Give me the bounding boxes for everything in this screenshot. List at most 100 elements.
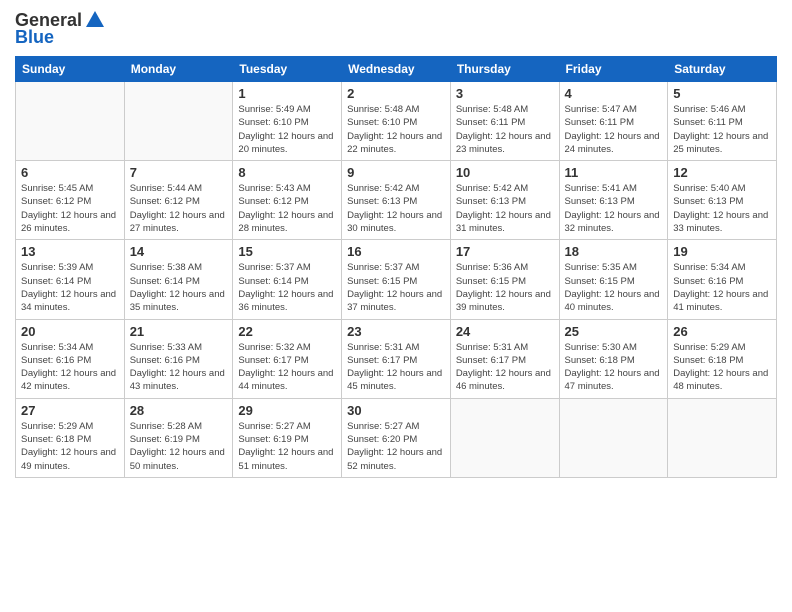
calendar-cell: 15 Sunrise: 5:37 AMSunset: 6:14 PMDayligh… (233, 240, 342, 319)
day-number: 20 (21, 324, 119, 339)
day-number: 29 (238, 403, 336, 418)
calendar-cell: 3Sunrise: 5:48 AMSunset: 6:11 PMDaylight… (450, 82, 559, 161)
day-number: 18 (565, 244, 663, 259)
calendar-cell: 7 Sunrise: 5:44 AMSunset: 6:12 PMDaylight… (124, 161, 233, 240)
day-number: 5 (673, 86, 771, 101)
day-number: 15 (238, 244, 336, 259)
calendar-cell: 4 Sunrise: 5:47 AMSunset: 6:11 PMDaylight… (559, 82, 668, 161)
calendar-cell: 5 Sunrise: 5:46 AMSunset: 6:11 PMDaylight… (668, 82, 777, 161)
calendar-cell: 1 Sunrise: 5:49 AMSunset: 6:10 PMDaylight… (233, 82, 342, 161)
day-info: Sunrise: 5:27 AMSunset: 6:20 PMDaylight:… (347, 420, 445, 473)
days-of-week-row: SundayMondayTuesdayWednesdayThursdayFrid… (16, 57, 777, 82)
calendar-cell: 14Sunrise: 5:38 AMSunset: 6:14 PMDayligh… (124, 240, 233, 319)
calendar-cell: 21 Sunrise: 5:33 AMSunset: 6:16 PMDayligh… (124, 319, 233, 398)
day-info: Sunrise: 5:33 AMSunset: 6:16 PMDaylight:… (130, 341, 228, 394)
day-number: 2 (347, 86, 445, 101)
page: General Blue SundayMondayTuesdayWednesda… (0, 0, 792, 612)
week-row-4: 20 Sunrise: 5:34 AMSunset: 6:16 PMDayligh… (16, 319, 777, 398)
calendar-cell: 27Sunrise: 5:29 AMSunset: 6:18 PMDayligh… (16, 398, 125, 477)
day-info: Sunrise: 5:37 AMSunset: 6:15 PMDaylight:… (347, 261, 445, 314)
day-info: Sunrise: 5:34 AMSunset: 6:16 PMDaylight:… (673, 261, 771, 314)
dow-header-thursday: Thursday (450, 57, 559, 82)
day-number: 14 (130, 244, 228, 259)
calendar-cell: 19 Sunrise: 5:34 AMSunset: 6:16 PMDayligh… (668, 240, 777, 319)
dow-header-monday: Monday (124, 57, 233, 82)
day-number: 26 (673, 324, 771, 339)
day-number: 30 (347, 403, 445, 418)
day-info: Sunrise: 5:47 AMSunset: 6:11 PMDaylight:… (565, 103, 663, 156)
day-info: Sunrise: 5:46 AMSunset: 6:11 PMDaylight:… (673, 103, 771, 156)
day-info: Sunrise: 5:29 AMSunset: 6:18 PMDaylight:… (673, 341, 771, 394)
day-info: Sunrise: 5:42 AMSunset: 6:13 PMDaylight:… (456, 182, 554, 235)
day-info: Sunrise: 5:44 AMSunset: 6:12 PMDaylight:… (130, 182, 228, 235)
day-number: 24 (456, 324, 554, 339)
day-number: 19 (673, 244, 771, 259)
calendar-cell: 23 Sunrise: 5:31 AMSunset: 6:17 PMDayligh… (342, 319, 451, 398)
day-number: 11 (565, 165, 663, 180)
calendar-body: 1 Sunrise: 5:49 AMSunset: 6:10 PMDaylight… (16, 82, 777, 478)
day-info: Sunrise: 5:37 AMSunset: 6:14 PMDaylight:… (238, 261, 336, 314)
day-number: 6 (21, 165, 119, 180)
day-number: 12 (673, 165, 771, 180)
header: General Blue (15, 10, 777, 48)
calendar-cell: 30 Sunrise: 5:27 AMSunset: 6:20 PMDayligh… (342, 398, 451, 477)
dow-header-sunday: Sunday (16, 57, 125, 82)
day-number: 10 (456, 165, 554, 180)
day-info: Sunrise: 5:31 AMSunset: 6:17 PMDaylight:… (456, 341, 554, 394)
dow-header-friday: Friday (559, 57, 668, 82)
day-info: Sunrise: 5:29 AMSunset: 6:18 PMDaylight:… (21, 420, 119, 473)
day-number: 13 (21, 244, 119, 259)
calendar-cell: 12Sunrise: 5:40 AMSunset: 6:13 PMDayligh… (668, 161, 777, 240)
calendar-cell: 10 Sunrise: 5:42 AMSunset: 6:13 PMDayligh… (450, 161, 559, 240)
day-info: Sunrise: 5:42 AMSunset: 6:13 PMDaylight:… (347, 182, 445, 235)
calendar-cell: 24 Sunrise: 5:31 AMSunset: 6:17 PMDayligh… (450, 319, 559, 398)
calendar-cell: 6 Sunrise: 5:45 AMSunset: 6:12 PMDaylight… (16, 161, 125, 240)
day-number: 7 (130, 165, 228, 180)
day-number: 9 (347, 165, 445, 180)
calendar-cell: 16 Sunrise: 5:37 AMSunset: 6:15 PMDayligh… (342, 240, 451, 319)
logo: General Blue (15, 10, 106, 48)
calendar-cell: 11Sunrise: 5:41 AMSunset: 6:13 PMDayligh… (559, 161, 668, 240)
day-info: Sunrise: 5:28 AMSunset: 6:19 PMDaylight:… (130, 420, 228, 473)
day-number: 8 (238, 165, 336, 180)
calendar-cell: 2 Sunrise: 5:48 AMSunset: 6:10 PMDaylight… (342, 82, 451, 161)
day-number: 28 (130, 403, 228, 418)
day-info: Sunrise: 5:45 AMSunset: 6:12 PMDaylight:… (21, 182, 119, 235)
calendar-cell: 17Sunrise: 5:36 AMSunset: 6:15 PMDayligh… (450, 240, 559, 319)
calendar-cell (16, 82, 125, 161)
calendar-cell: 25Sunrise: 5:30 AMSunset: 6:18 PMDayligh… (559, 319, 668, 398)
day-info: Sunrise: 5:43 AMSunset: 6:12 PMDaylight:… (238, 182, 336, 235)
day-number: 21 (130, 324, 228, 339)
dow-header-tuesday: Tuesday (233, 57, 342, 82)
calendar-cell: 9 Sunrise: 5:42 AMSunset: 6:13 PMDaylight… (342, 161, 451, 240)
day-info: Sunrise: 5:48 AMSunset: 6:10 PMDaylight:… (347, 103, 445, 156)
calendar-cell: 29 Sunrise: 5:27 AMSunset: 6:19 PMDayligh… (233, 398, 342, 477)
day-info: Sunrise: 5:31 AMSunset: 6:17 PMDaylight:… (347, 341, 445, 394)
day-number: 4 (565, 86, 663, 101)
calendar-cell: 28 Sunrise: 5:28 AMSunset: 6:19 PMDayligh… (124, 398, 233, 477)
calendar-cell: 18 Sunrise: 5:35 AMSunset: 6:15 PMDayligh… (559, 240, 668, 319)
calendar-cell: 8 Sunrise: 5:43 AMSunset: 6:12 PMDaylight… (233, 161, 342, 240)
day-info: Sunrise: 5:36 AMSunset: 6:15 PMDaylight:… (456, 261, 554, 314)
dow-header-wednesday: Wednesday (342, 57, 451, 82)
day-number: 16 (347, 244, 445, 259)
logo-icon (84, 9, 106, 31)
day-number: 25 (565, 324, 663, 339)
day-number: 1 (238, 86, 336, 101)
day-info: Sunrise: 5:34 AMSunset: 6:16 PMDaylight:… (21, 341, 119, 394)
calendar-cell: 22Sunrise: 5:32 AMSunset: 6:17 PMDayligh… (233, 319, 342, 398)
calendar-cell (559, 398, 668, 477)
calendar-cell: 20 Sunrise: 5:34 AMSunset: 6:16 PMDayligh… (16, 319, 125, 398)
day-info: Sunrise: 5:39 AMSunset: 6:14 PMDaylight:… (21, 261, 119, 314)
week-row-5: 27Sunrise: 5:29 AMSunset: 6:18 PMDayligh… (16, 398, 777, 477)
week-row-2: 6 Sunrise: 5:45 AMSunset: 6:12 PMDaylight… (16, 161, 777, 240)
day-info: Sunrise: 5:27 AMSunset: 6:19 PMDaylight:… (238, 420, 336, 473)
calendar-cell (668, 398, 777, 477)
week-row-3: 13 Sunrise: 5:39 AMSunset: 6:14 PMDayligh… (16, 240, 777, 319)
day-info: Sunrise: 5:49 AMSunset: 6:10 PMDaylight:… (238, 103, 336, 156)
day-info: Sunrise: 5:48 AMSunset: 6:11 PMDaylight:… (456, 103, 554, 156)
day-number: 22 (238, 324, 336, 339)
dow-header-saturday: Saturday (668, 57, 777, 82)
day-number: 23 (347, 324, 445, 339)
day-info: Sunrise: 5:35 AMSunset: 6:15 PMDaylight:… (565, 261, 663, 314)
